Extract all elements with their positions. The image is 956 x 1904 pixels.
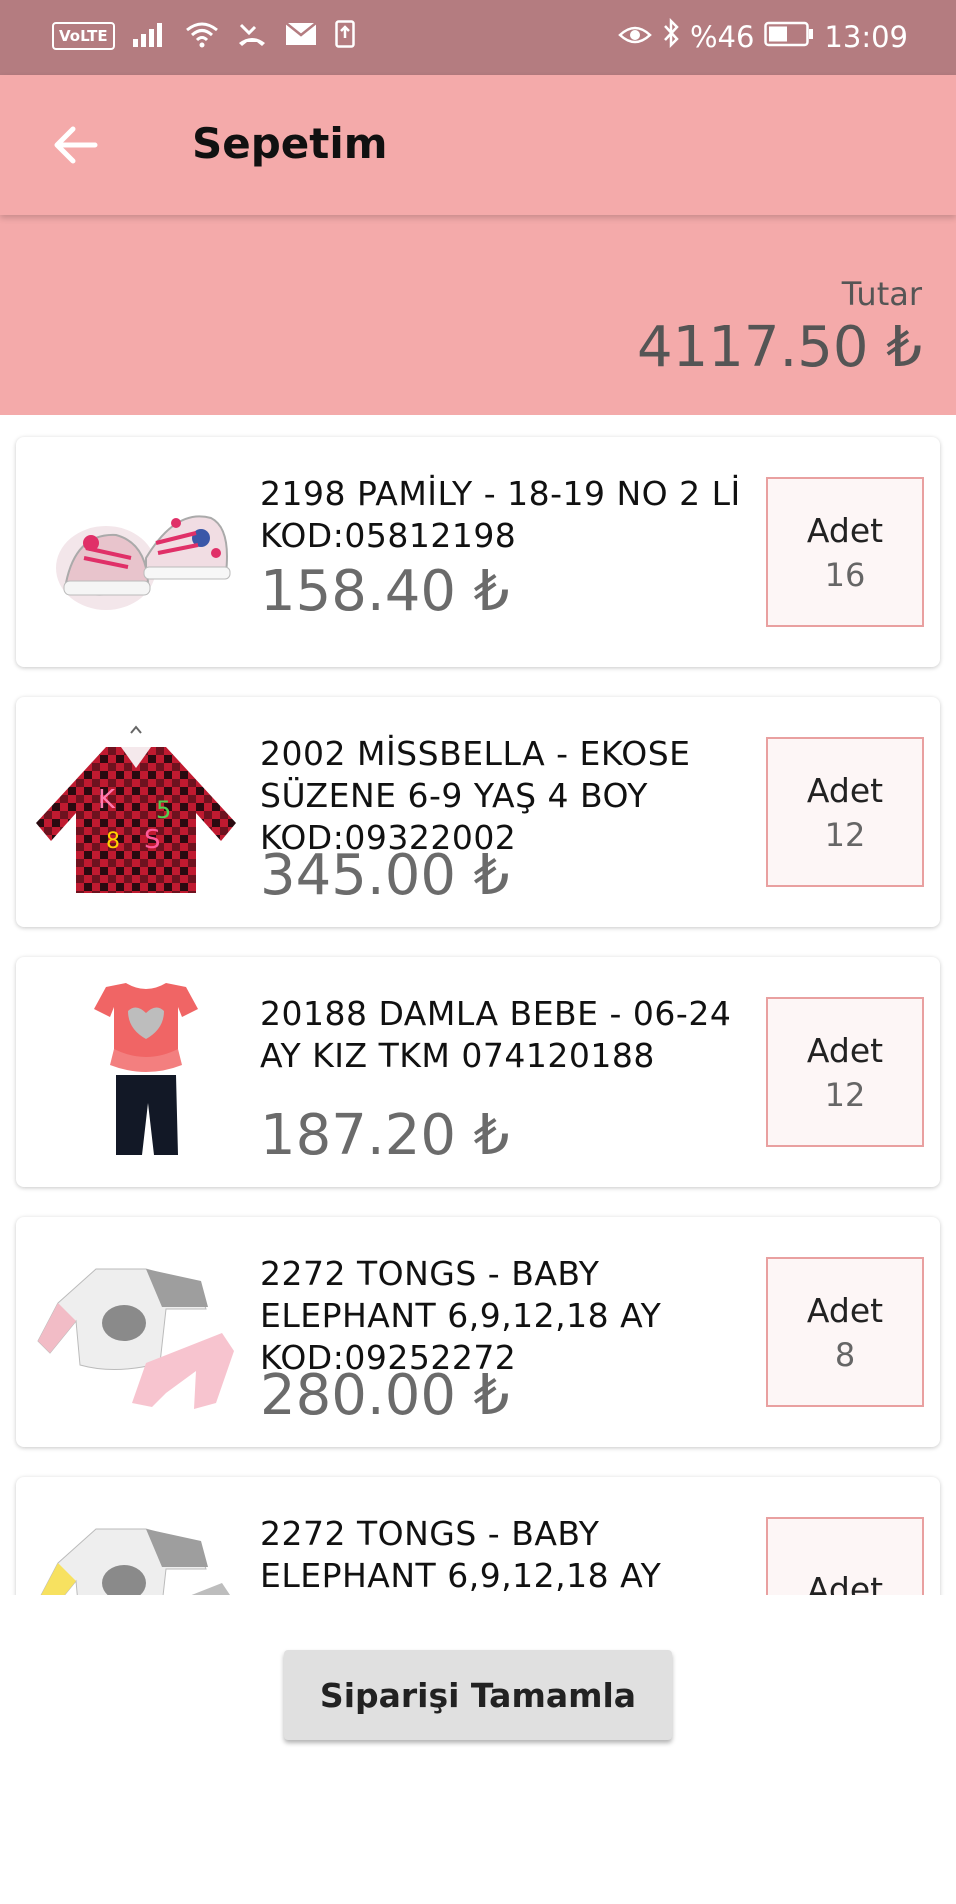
- quantity-label: Adet: [806, 1030, 884, 1070]
- clock: 13:09: [824, 19, 908, 54]
- back-button[interactable]: [40, 115, 110, 175]
- app-bar: Sepetim: [0, 75, 956, 215]
- product-name: 2272 TONGS - BABY ELEPHANT 6,9,12,18 AY …: [260, 1514, 662, 1595]
- product-image-sneakers: [56, 515, 231, 610]
- quantity-label: Adet: [806, 1569, 884, 1596]
- arrow-left-icon: [54, 126, 98, 164]
- eye-icon: [618, 20, 652, 54]
- status-bar: VoLTE %46 13:09: [0, 0, 956, 75]
- product-name: 2272 TONGS - BABY ELEPHANT 6,9,12,18 AY …: [260, 1254, 662, 1377]
- quantity-value: 16: [824, 555, 866, 594]
- product-price: 345.00 ₺: [260, 843, 510, 908]
- product-price: 280.00 ₺: [260, 1363, 510, 1428]
- battery-percent: %46: [689, 19, 755, 54]
- total-value: 4117.50 ₺: [636, 315, 922, 380]
- total-panel: Tutar 4117.50 ₺: [0, 215, 956, 415]
- complete-order-button[interactable]: Siparişi Tamamla: [284, 1650, 672, 1740]
- mail-icon: [284, 22, 317, 50]
- battery-icon: [764, 20, 814, 54]
- cart-item[interactable]: 2272 TONGS - BABY ELEPHANT 6,9,12,18 AY …: [16, 1217, 940, 1447]
- cart-item[interactable]: 2198 PAMİLY - 18-19 NO 2 Lİ KOD:05812198…: [16, 437, 940, 667]
- quantity-value: 12: [824, 1075, 866, 1114]
- quantity-label: Adet: [806, 770, 884, 810]
- cart-item[interactable]: K 5 8 S 2002 MİSSBELLA - EKOSE SÜZENE 6-…: [16, 697, 940, 927]
- volte-icon: VoLTE: [52, 22, 115, 50]
- product-price: 158.40 ₺: [260, 559, 510, 624]
- cart-item[interactable]: 2272 TONGS - BABY ELEPHANT 6,9,12,18 AY …: [16, 1477, 940, 1595]
- product-name: 2002 MİSSBELLA - EKOSE SÜZENE 6-9 YAŞ 4 …: [260, 734, 691, 857]
- product-image-girl-outfit: [94, 983, 198, 1155]
- download-icon: [334, 20, 355, 52]
- svg-text:8: 8: [106, 829, 120, 854]
- status-left-icons: VoLTE: [52, 20, 355, 52]
- quantity-label: Adet: [806, 1290, 884, 1330]
- svg-text:S: S: [144, 825, 161, 855]
- product-image-elephant-set-yellow: [40, 1528, 230, 1595]
- quantity-box[interactable]: Adet 12: [766, 737, 924, 887]
- wifi-icon: [185, 20, 219, 52]
- cart-list[interactable]: 2198 PAMİLY - 18-19 NO 2 Lİ KOD:05812198…: [0, 415, 956, 1595]
- svg-text:K: K: [98, 785, 116, 815]
- cart-item[interactable]: 20188 DAMLA BEBE - 06-24 AY KIZ TKM 0741…: [16, 957, 940, 1187]
- signal-icon: [132, 21, 167, 51]
- bluetooth-icon: [662, 17, 680, 55]
- page-title: Sepetim: [192, 119, 388, 168]
- quantity-box[interactable]: Adet 16: [766, 477, 924, 627]
- svg-text:5: 5: [156, 796, 171, 824]
- product-name: 20188 DAMLA BEBE - 06-24 AY KIZ TKM 0741…: [260, 994, 732, 1075]
- quantity-label: Adet: [806, 510, 884, 550]
- product-image-elephant-set: [37, 1268, 234, 1409]
- quantity-value: 8: [834, 1335, 856, 1374]
- quantity-box[interactable]: Adet 12: [766, 997, 924, 1147]
- quantity-box[interactable]: Adet 8: [766, 1257, 924, 1407]
- missed-call-icon: [237, 21, 267, 51]
- status-right-icons: %46 13:09: [618, 17, 908, 55]
- total-label: Tutar: [841, 275, 922, 313]
- product-image-plaid-shirt: K 5 8 S: [36, 725, 236, 893]
- product-price: 187.20 ₺: [260, 1103, 510, 1168]
- product-name: 2198 PAMİLY - 18-19 NO 2 Lİ KOD:05812198: [260, 474, 741, 555]
- quantity-box[interactable]: Adet: [766, 1517, 924, 1595]
- quantity-value: 12: [824, 815, 866, 854]
